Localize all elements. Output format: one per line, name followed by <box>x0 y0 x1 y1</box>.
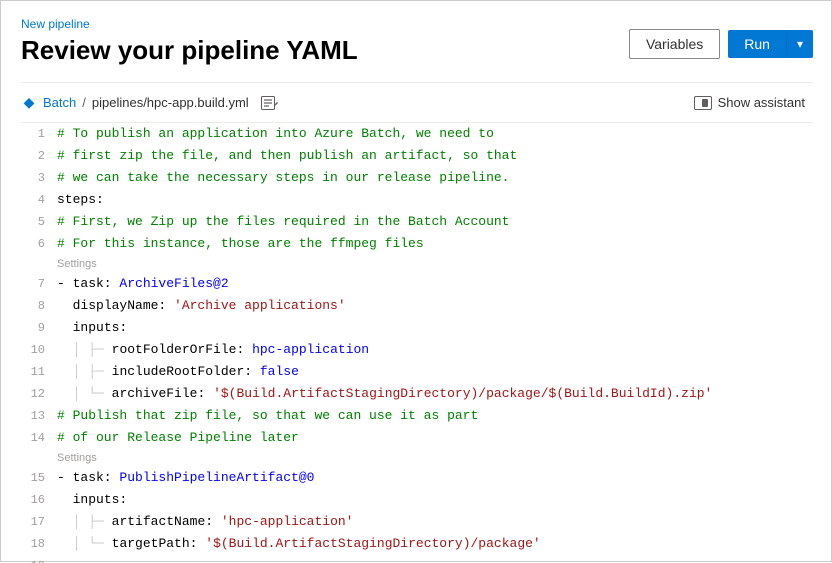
breadcrumb-path: pipelines/hpc-app.build.yml <box>92 95 249 110</box>
variables-button[interactable]: Variables <box>629 29 720 59</box>
run-chevron-button[interactable]: ▾ <box>787 30 813 58</box>
show-assistant-label: Show assistant <box>718 95 805 110</box>
code-line-3: 3 # we can take the necessary steps in o… <box>21 167 813 189</box>
header: New pipeline Review your pipeline YAML V… <box>21 17 813 66</box>
code-line-11: 11 │ ├─ includeRootFolder: false <box>21 361 813 383</box>
new-pipeline-label: New pipeline <box>21 17 358 31</box>
page-title: Review your pipeline YAML <box>21 35 358 66</box>
assistant-icon <box>694 96 712 110</box>
settings-label-2: Settings <box>21 449 813 467</box>
code-line-5: 5 # First, we Zip up the files required … <box>21 211 813 233</box>
code-line-18: 18 │ └─ targetPath: '$(Build.ArtifactSta… <box>21 533 813 555</box>
run-button[interactable]: Run <box>728 30 787 58</box>
code-line-9: 9 inputs: <box>21 317 813 339</box>
code-line-7: 7 - task: ArchiveFiles@2 <box>21 273 813 295</box>
code-line-14: 14 # of our Release Pipeline later <box>21 427 813 449</box>
breadcrumb-root[interactable]: Batch <box>43 95 76 110</box>
code-line-15: 15 - task: PublishPipelineArtifact@0 <box>21 467 813 489</box>
code-line-1: 1 # To publish an application into Azure… <box>21 123 813 145</box>
code-line-2: 2 # first zip the file, and then publish… <box>21 145 813 167</box>
breadcrumb: ◆ Batch / pipelines/hpc-app.build.yml <box>21 95 279 111</box>
code-line-8: 8 displayName: 'Archive applications' <box>21 295 813 317</box>
code-line-6: 6 # For this instance, those are the ffm… <box>21 233 813 255</box>
code-line-16: 16 inputs: <box>21 489 813 511</box>
settings-label-1: Settings <box>21 255 813 273</box>
breadcrumb-separator: / <box>82 95 86 110</box>
file-edit-icon <box>261 96 279 110</box>
run-button-group: Run ▾ <box>728 30 813 58</box>
header-left: New pipeline Review your pipeline YAML <box>21 17 358 66</box>
code-line-17: 17 │ ├─ artifactName: 'hpc-application' <box>21 511 813 533</box>
code-line-12: 12 │ └─ archiveFile: '$(Build.ArtifactSt… <box>21 383 813 405</box>
breadcrumb-bar: ◆ Batch / pipelines/hpc-app.build.yml Sh… <box>21 82 813 123</box>
header-actions: Variables Run ▾ <box>629 29 813 59</box>
show-assistant-button[interactable]: Show assistant <box>686 91 813 114</box>
code-editor: 1 # To publish an application into Azure… <box>21 123 813 563</box>
code-line-4: 4 steps: <box>21 189 813 211</box>
code-line-10: 10 │ ├─ rootFolderOrFile: hpc-applicatio… <box>21 339 813 361</box>
code-line-13: 13 # Publish that zip file, so that we c… <box>21 405 813 427</box>
pipeline-icon: ◆ <box>21 95 37 111</box>
